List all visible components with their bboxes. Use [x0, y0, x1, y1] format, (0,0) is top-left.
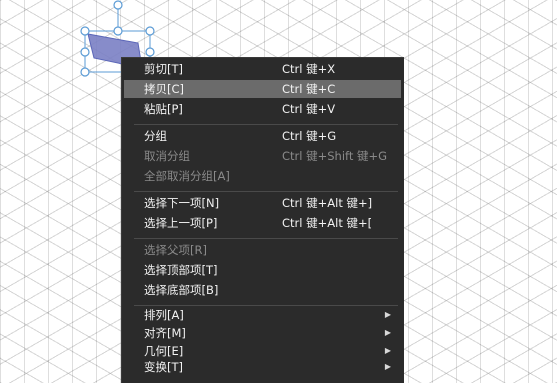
menu-separator — [134, 191, 398, 192]
resize-handle-left[interactable] — [80, 47, 90, 57]
menu-item-select-parent: 选择父项[R] — [124, 241, 401, 259]
resize-handle-top-right[interactable] — [145, 26, 155, 36]
menu-item-label: 选择上一项[P] — [144, 216, 218, 230]
menu-item-shortcut: Ctrl 键+Shift 键+G — [282, 149, 388, 163]
rotation-handle[interactable] — [113, 0, 123, 10]
menu-item-shortcut: Ctrl 键+C — [282, 82, 336, 96]
menu-item-transform[interactable]: 变换[T] ▶ — [124, 358, 401, 376]
menu-item-select-top[interactable]: 选择顶部项[T] — [124, 261, 401, 279]
menu-item-select-next[interactable]: 选择下一项[N] Ctrl 键+Alt 键+] — [124, 194, 401, 212]
menu-item-label: 粘贴[P] — [144, 102, 183, 116]
menu-item-paste[interactable]: 粘贴[P] Ctrl 键+V — [124, 100, 401, 118]
menu-item-label: 选择顶部项[T] — [144, 263, 218, 277]
menu-item-label: 选择底部项[B] — [144, 283, 219, 297]
menu-item-label: 拷贝[C] — [144, 82, 185, 96]
menu-item-align[interactable]: 对齐[M] ▶ — [124, 324, 401, 342]
menu-item-select-bottom[interactable]: 选择底部项[B] — [124, 281, 401, 299]
menu-item-ungroup-all: 全部取消分组[A] — [124, 167, 401, 185]
menu-item-label: 分组 — [144, 129, 167, 143]
menu-item-label: 剪切[T] — [144, 62, 183, 76]
menu-item-label: 对齐[M] — [144, 326, 186, 340]
menu-item-group[interactable]: 分组 Ctrl 键+G — [124, 127, 401, 145]
menu-item-label: 取消分组 — [144, 149, 190, 163]
menu-item-arrange[interactable]: 排列[A] ▶ — [124, 306, 401, 324]
resize-handle-bottom-left[interactable] — [80, 67, 90, 77]
resize-handle-right[interactable] — [145, 47, 155, 57]
menu-separator — [134, 238, 398, 239]
submenu-arrow-icon: ▶ — [384, 310, 391, 319]
menu-item-copy[interactable]: 拷贝[C] Ctrl 键+C — [124, 80, 401, 98]
menu-item-label: 变换[T] — [144, 360, 183, 374]
menu-item-shortcut: Ctrl 键+Alt 键+] — [282, 196, 373, 210]
context-menu: 剪切[T] Ctrl 键+X 拷贝[C] Ctrl 键+C 粘贴[P] Ctrl… — [121, 57, 404, 383]
menu-item-label: 排列[A] — [144, 308, 184, 322]
menu-item-shortcut: Ctrl 键+X — [282, 62, 336, 76]
menu-separator — [134, 124, 398, 125]
menu-item-label: 选择父项[R] — [144, 243, 207, 257]
menu-item-ungroup: 取消分组 Ctrl 键+Shift 键+G — [124, 147, 401, 165]
menu-item-cut[interactable]: 剪切[T] Ctrl 键+X — [124, 60, 401, 78]
menu-item-select-previous[interactable]: 选择上一项[P] Ctrl 键+Alt 键+[ — [124, 214, 401, 232]
menu-item-shortcut: Ctrl 键+Alt 键+[ — [282, 216, 373, 230]
menu-item-label: 全部取消分组[A] — [144, 169, 230, 183]
resize-handle-top[interactable] — [113, 26, 123, 36]
menu-item-label: 选择下一项[N] — [144, 196, 220, 210]
submenu-arrow-icon: ▶ — [384, 362, 391, 371]
resize-handle-top-left[interactable] — [80, 26, 90, 36]
submenu-arrow-icon: ▶ — [384, 328, 391, 337]
menu-item-shortcut: Ctrl 键+V — [282, 102, 336, 116]
menu-item-shortcut: Ctrl 键+G — [282, 129, 337, 143]
